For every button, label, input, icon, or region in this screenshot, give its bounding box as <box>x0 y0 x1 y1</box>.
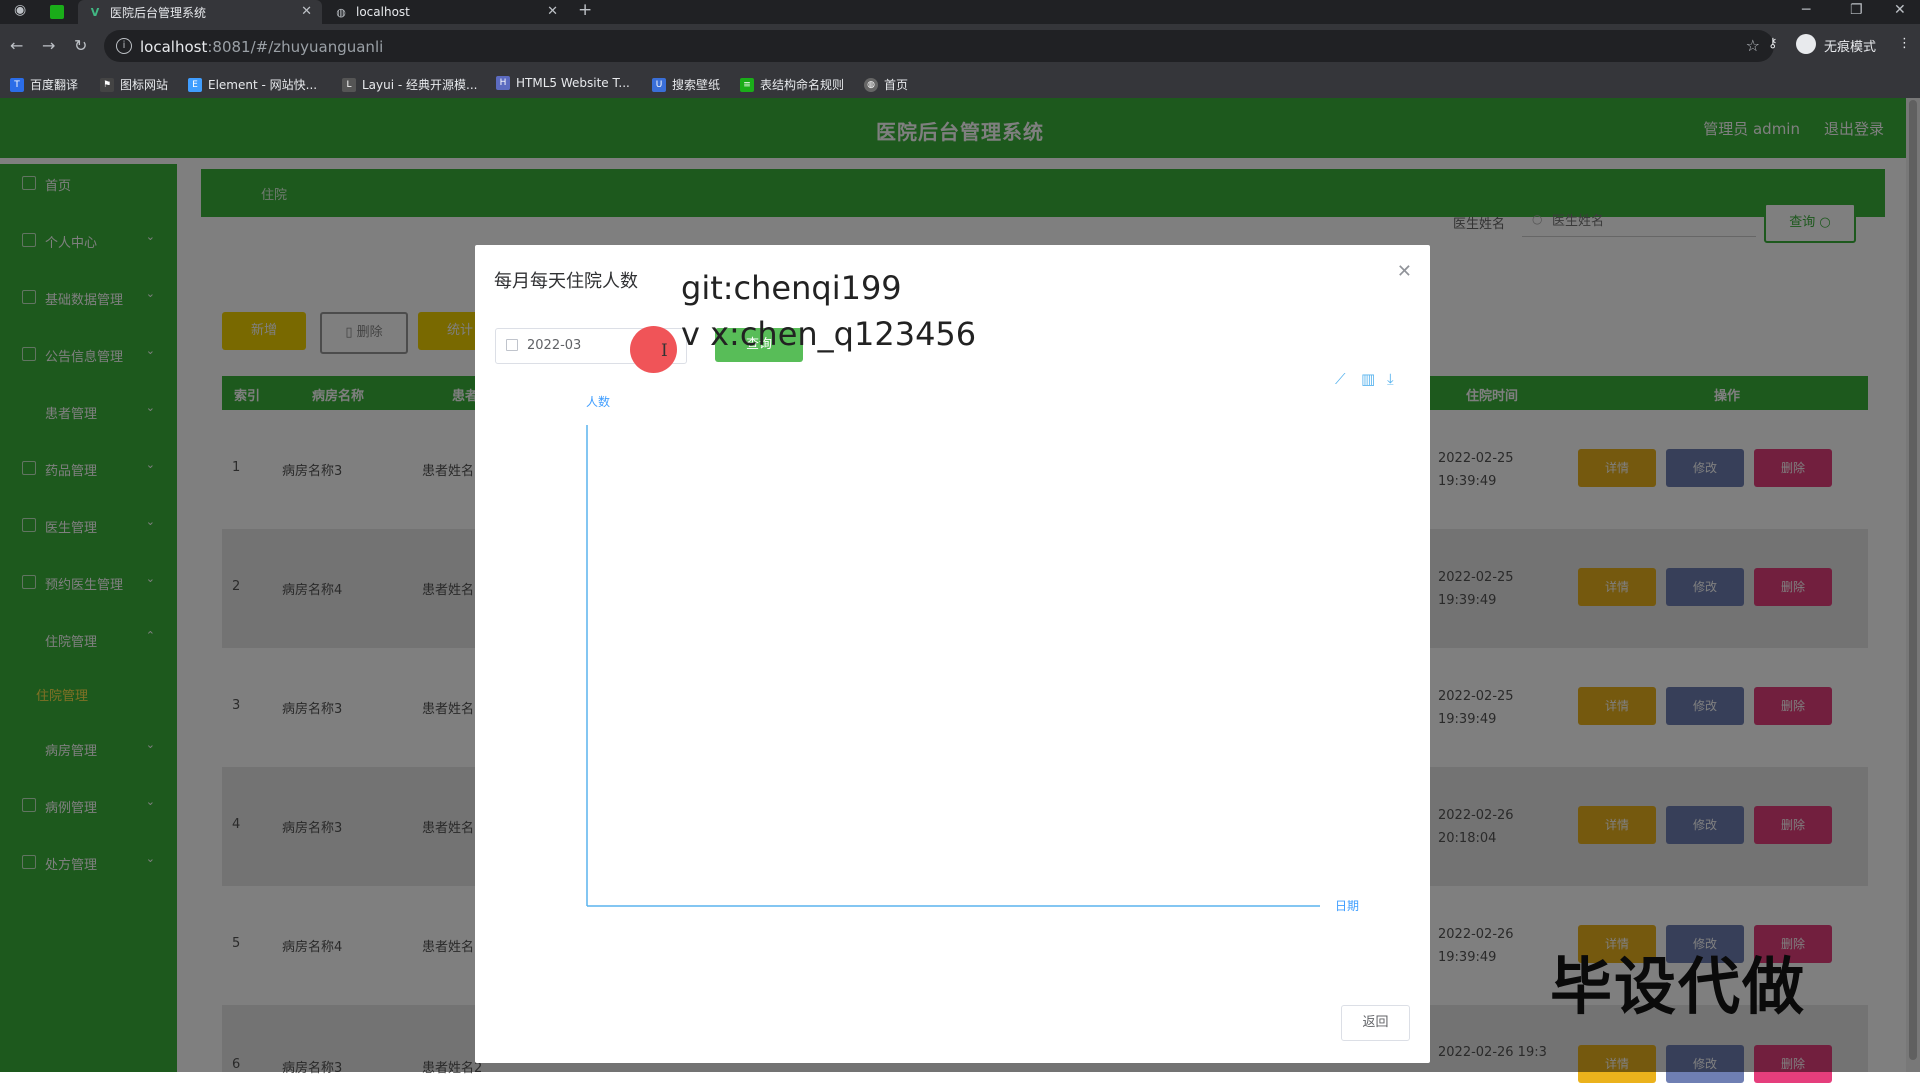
tab-hospital-admin[interactable]: V 医院后台管理系统 ✕ <box>78 0 322 24</box>
bookmarks-bar: T 百度翻译 ⚑ 图标网站 E Element - 网站快... L Layui - 经… <box>0 68 1920 99</box>
bookmark-item[interactable]: H HTML5 Website T... <box>496 76 630 90</box>
close-window-icon[interactable]: ✕ <box>1894 2 1906 18</box>
pinned-tab-icon[interactable] <box>50 5 64 19</box>
bookmark-star-icon[interactable]: ☆ <box>1746 36 1760 55</box>
vue-logo-icon: V <box>90 5 100 19</box>
info-icon[interactable]: i <box>116 38 132 54</box>
new-tab-button[interactable]: + <box>578 0 592 20</box>
forward-icon[interactable]: → <box>42 36 55 55</box>
bookmark-item[interactable]: T 百度翻译 <box>10 76 78 93</box>
close-tab-icon[interactable]: ✕ <box>301 4 312 19</box>
x-axis-label: 日期 <box>1335 899 1359 913</box>
browser-tab-bar: ◉ V 医院后台管理系统 ✕ ◍ localhost ✕ + ─ ❐ ✕ <box>0 0 1920 24</box>
bookmark-item[interactable]: E Element - 网站快... <box>188 76 317 93</box>
reload-icon[interactable]: ↻ <box>74 36 87 55</box>
tab-title: 医院后台管理系统 <box>110 5 207 20</box>
browser-toolbar: ← → ↻ i localhost:8081/#/zhuyuanguanli ☆… <box>0 24 1920 68</box>
bookmark-item[interactable]: ≡ 表结构命名规则 <box>740 76 844 93</box>
bookmark-item[interactable]: ⚑ 图标网站 <box>100 76 168 93</box>
y-axis-label: 人数 <box>586 394 610 409</box>
bookmark-item[interactable]: U 搜索壁纸 <box>652 76 720 93</box>
incognito-icon[interactable] <box>1796 34 1816 54</box>
key-icon[interactable]: ⚷ <box>1768 36 1778 51</box>
stats-dialog: 每月每天住院人数 ✕ 2022-03 查询 I git:chenqi199 v … <box>475 245 1430 1063</box>
minimize-icon[interactable]: ─ <box>1802 2 1810 18</box>
globe-icon: ◍ <box>336 5 346 19</box>
incognito-label[interactable]: 无痕模式 <box>1824 36 1876 55</box>
bookmark-item[interactable]: L Layui - 经典开源模... <box>342 76 477 93</box>
close-tab-icon[interactable]: ✕ <box>547 4 558 19</box>
chart-area: 人数 日期 <box>586 394 1359 913</box>
bookmark-item[interactable]: ◍ 首页 <box>864 76 908 93</box>
return-button[interactable]: 返回 <box>1341 1005 1410 1041</box>
more-menu-icon[interactable]: ⋮ <box>1898 36 1911 51</box>
restore-icon[interactable]: ❐ <box>1850 2 1863 18</box>
address-bar[interactable]: i localhost:8081/#/zhuyuanguanli ☆ <box>104 30 1774 62</box>
tab-title: localhost <box>356 5 410 19</box>
browser-menu-icon[interactable]: ◉ <box>14 2 26 18</box>
url-text: localhost:8081/#/zhuyuanguanli <box>140 38 384 56</box>
promo-overlay-text: 毕设代做 <box>1550 950 1807 1023</box>
back-icon[interactable]: ← <box>10 36 23 55</box>
tab-localhost[interactable]: ◍ localhost ✕ <box>324 0 568 24</box>
